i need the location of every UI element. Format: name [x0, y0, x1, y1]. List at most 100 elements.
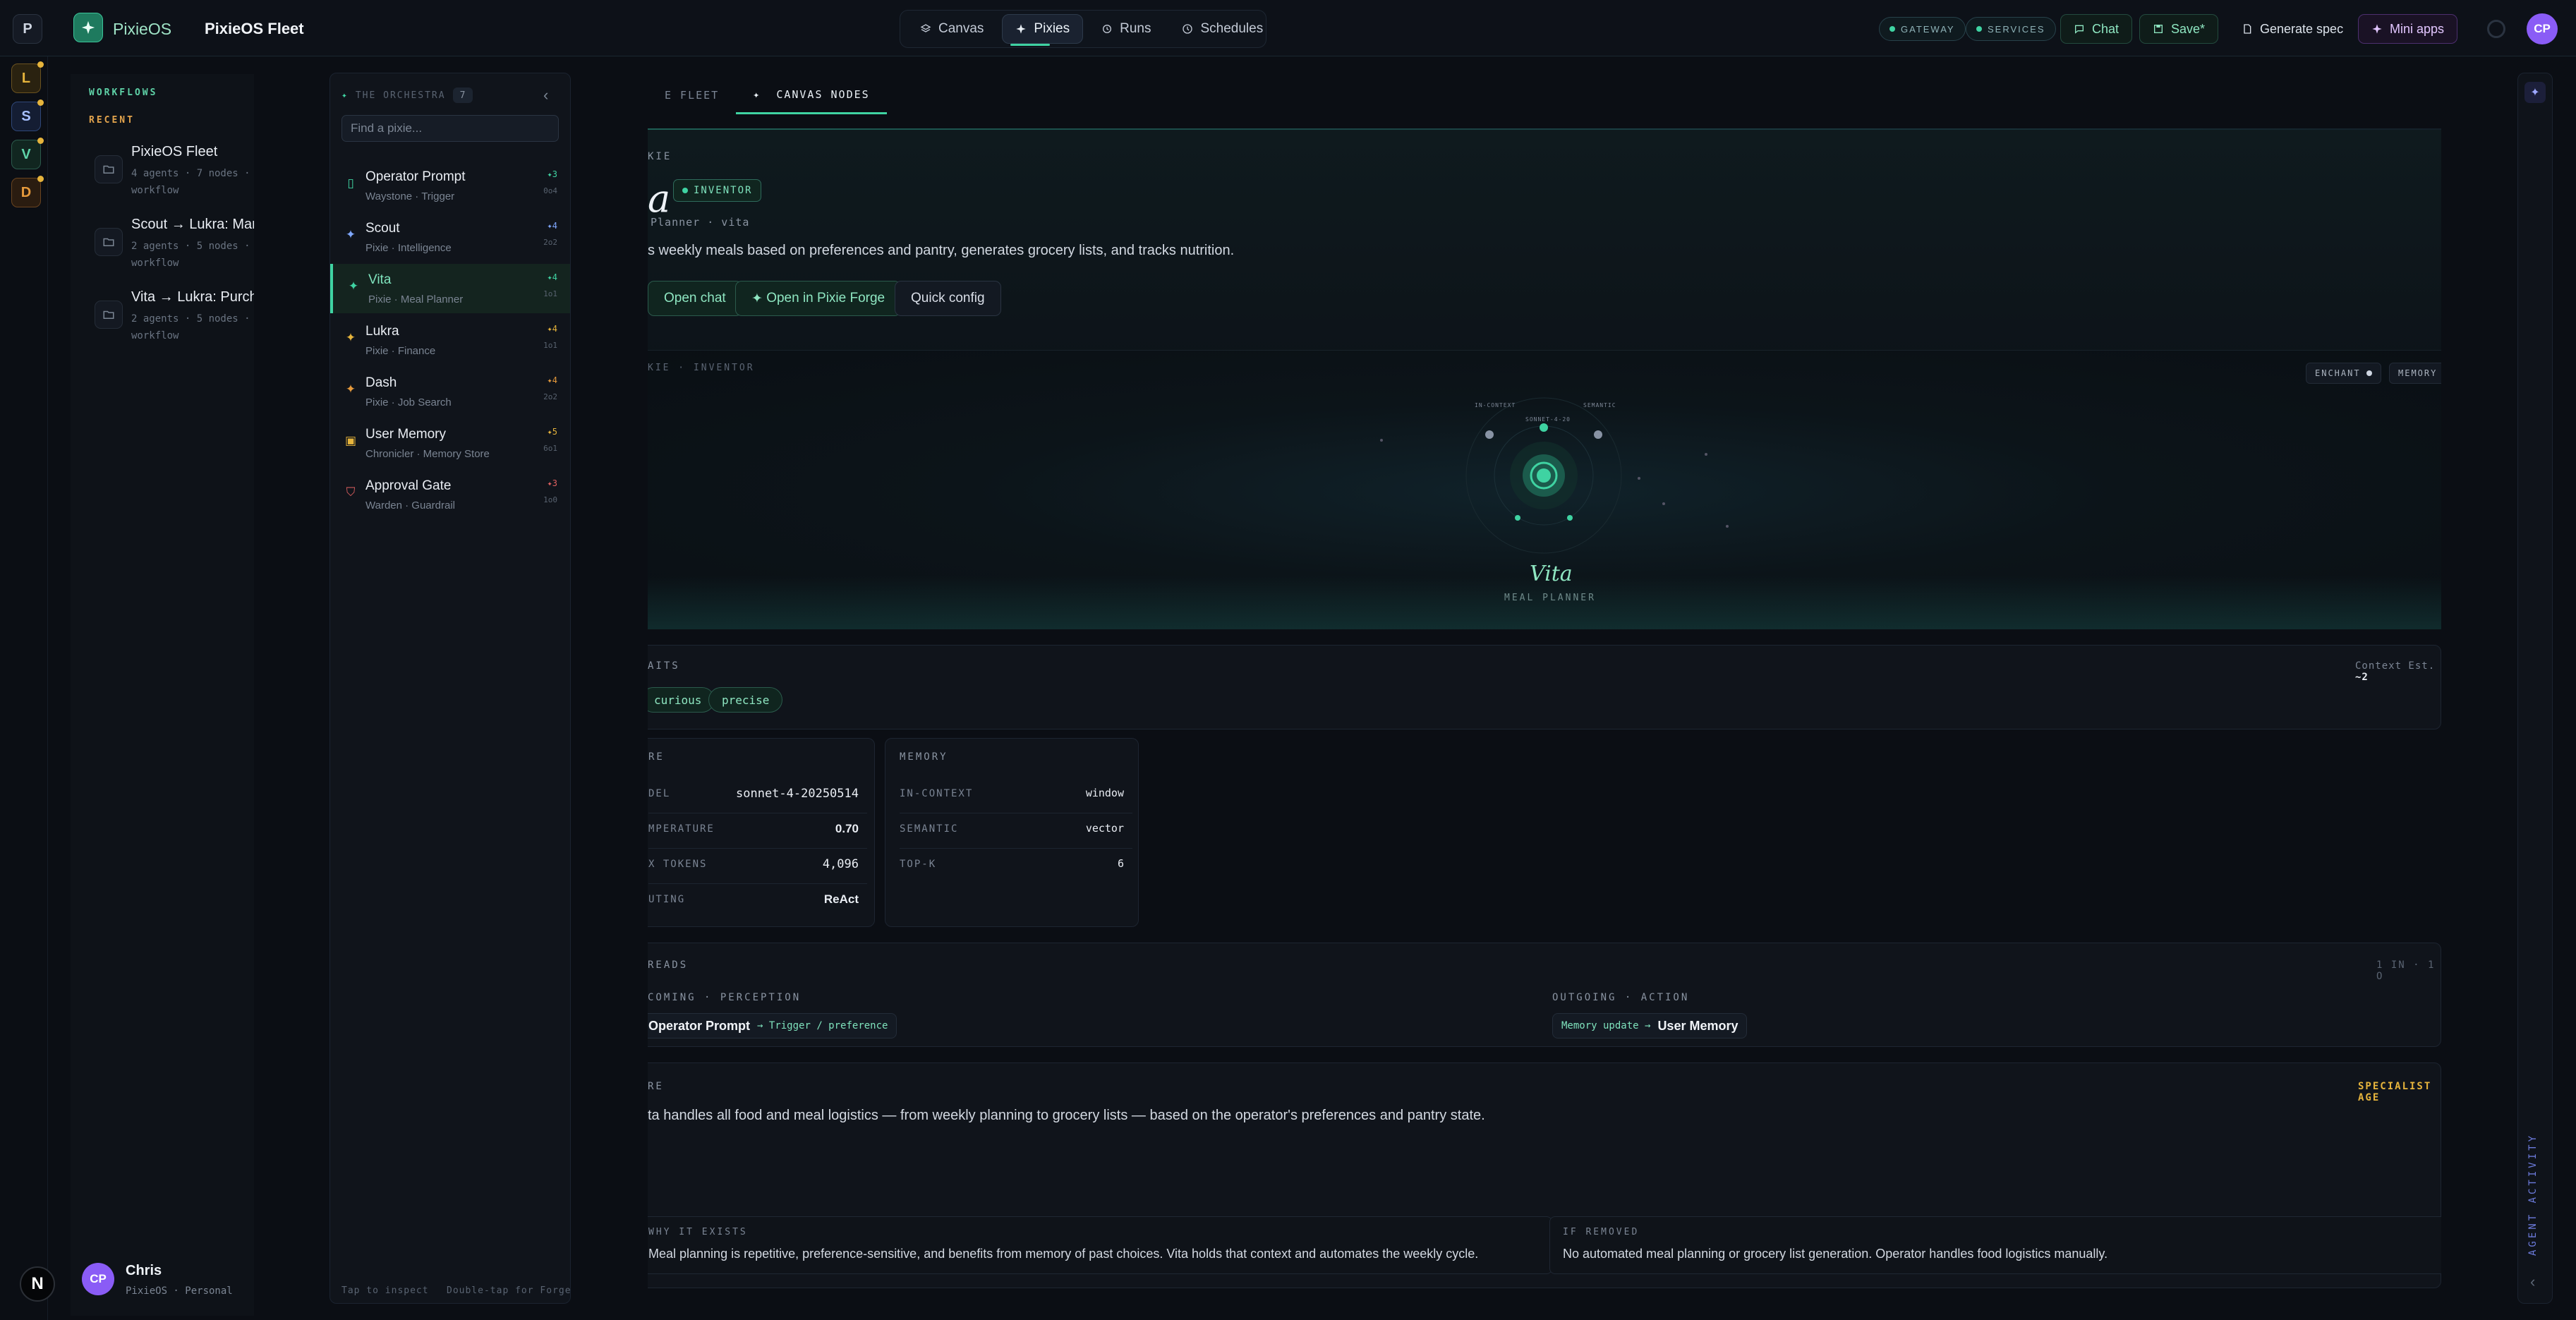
tab-canvas-nodes[interactable]: ✦ CANVAS NODES	[736, 76, 887, 114]
workflow-item[interactable]: PixieOS Fleet 4 agents · 7 nodes · workf…	[89, 141, 254, 205]
workflow-item[interactable]: Scout → Lukra: Mark 2 agents · 5 nodes ·…	[89, 214, 254, 277]
incoming-thread[interactable]: Operator Prompt → Trigger / preference	[648, 1013, 897, 1039]
folder-icon	[95, 155, 123, 183]
open-forge-button[interactable]: ✦ Open in Pixie Forge	[735, 281, 902, 316]
nav-schedules[interactable]: Schedules	[1169, 14, 1276, 44]
pixie-item-lukra[interactable]: ✦ Lukra Pixie · Finance ✦4 1o1	[330, 315, 570, 365]
pixie-sub: Chronicler · Memory Store	[365, 448, 490, 460]
pixie-item-dash[interactable]: ✦ Dash Pixie · Job Search ✦4 2o2	[330, 367, 570, 416]
tab-canvas-nodes-label: CANVAS NODES	[776, 87, 870, 101]
open-chat-button[interactable]: Open chat	[648, 281, 742, 316]
removed-title: IF REMOVED	[1563, 1227, 1640, 1237]
nav-schedules-label: Schedules	[1200, 21, 1264, 36]
notification-dot-icon	[37, 99, 44, 106]
n-logo-icon[interactable]: N	[20, 1266, 55, 1302]
pixie-rank: ✦4	[547, 375, 557, 385]
nav-pixies[interactable]: Pixies	[1002, 14, 1084, 44]
memory-tag[interactable]: MEMORY	[2389, 363, 2441, 384]
outgoing-thread[interactable]: Memory update → User Memory	[1552, 1013, 1748, 1039]
sparkle-icon: ✦	[348, 279, 359, 293]
enchant-tag[interactable]: ENCHANT	[2306, 363, 2381, 384]
sparkle-icon[interactable]: ✦	[2524, 82, 2546, 103]
chevron-left-icon[interactable]: ‹	[2530, 1273, 2535, 1291]
pixie-sub: Warden · Guardrail	[365, 499, 455, 511]
incoming-label: COMING · PERCEPTION	[648, 992, 802, 1003]
pixie-item-scout[interactable]: ✦ Scout Pixie · Intelligence ✦4 2o2	[330, 212, 570, 262]
pixie-item-vita[interactable]: ✦ Vita Pixie · Meal Planner ✦4 1o1	[330, 264, 570, 313]
user-profile[interactable]: CP Chris PixieOS · Personal	[82, 1254, 258, 1304]
traits-title: AITS	[648, 660, 680, 672]
memory-key: TOP-K	[900, 859, 937, 870]
nav-canvas[interactable]: Canvas	[907, 14, 996, 44]
threads-title: READS	[648, 959, 689, 971]
generate-spec-button[interactable]: Generate spec	[2228, 14, 2357, 44]
mini-apps-button[interactable]: Mini apps	[2358, 14, 2458, 44]
why-it-exists-box: WHY IT EXISTS Meal planning is repetitiv…	[648, 1216, 1552, 1274]
context-estimate: Context Est. ~2	[2355, 660, 2441, 683]
collapse-chevron-icon[interactable]: ‹	[543, 86, 548, 104]
rail-item-d[interactable]: D	[11, 176, 44, 207]
quick-config-button[interactable]: Quick config	[895, 281, 1001, 316]
recent-heading: RECENT	[89, 115, 135, 126]
traits-card	[648, 645, 2441, 729]
orchestra-heading: ✦ THE ORCHESTRA 7	[341, 87, 473, 103]
tab-fleet[interactable]: E FLEET	[648, 76, 736, 114]
memory-value: window	[1085, 787, 1124, 799]
pixie-title: a	[648, 176, 671, 221]
why-title: WHY IT EXISTS	[648, 1227, 748, 1237]
user-avatar[interactable]: CP	[2527, 13, 2558, 44]
save-button[interactable]: Save*	[2139, 14, 2219, 44]
pixie-sub: Pixie · Finance	[365, 345, 436, 357]
core-key: DEL	[648, 788, 671, 799]
notification-dot-icon	[37, 61, 44, 68]
pixie-description: s weekly meals based on preferences and …	[648, 243, 1235, 258]
settings-gear-icon[interactable]	[2487, 20, 2505, 38]
inventor-badge: INVENTOR	[673, 179, 762, 202]
enchant-label: ENCHANT	[2315, 368, 2361, 378]
bookmark-icon: ▯	[347, 176, 354, 190]
folder-icon	[95, 301, 123, 329]
workflow-item[interactable]: Vita → Lukra: Purcha 2 agents · 5 nodes …	[89, 286, 254, 350]
history-icon	[1103, 25, 1112, 33]
pixie-item-user-memory[interactable]: ▣ User Memory Chronicler · Memory Store …	[330, 418, 570, 468]
incoming-name: Operator Prompt	[648, 1018, 751, 1033]
core-card: RE DEL sonnet-4-20250514 MPERATURE 0.70 X …	[648, 738, 875, 927]
chat-button[interactable]: Chat	[2060, 14, 2133, 44]
core-value: 0.70	[835, 822, 859, 835]
pixieos-logo[interactable]	[73, 13, 103, 42]
trait-chip[interactable]: curious	[648, 687, 715, 713]
services-status[interactable]: SERVICES	[1966, 17, 2056, 41]
agent-activity-label[interactable]: AGENT ACTIVITY	[2527, 1133, 2539, 1256]
shield-icon: ⛉	[346, 485, 356, 499]
memory-row: SEMANTIC vector	[900, 813, 1132, 849]
status-dot-icon	[1976, 26, 1982, 32]
orbit-diagram	[1380, 397, 1729, 554]
pixie-item-operator-prompt[interactable]: ▯ Operator Prompt Waystone · Trigger ✦3 …	[330, 161, 570, 210]
trait-chip[interactable]: precise	[708, 687, 783, 713]
pixie-name: Operator Prompt	[365, 169, 466, 184]
workflow-meta: 4 agents · 7 nodes · workflow	[131, 168, 250, 196]
threads-count: 1 IN · 1 O	[2376, 959, 2436, 982]
workflows-heading: WORKFLOWS	[89, 87, 158, 98]
user-workspace: PixieOS · Personal	[126, 1285, 233, 1297]
open-forge-label: Open in Pixie Forge	[766, 291, 885, 305]
pixie-item-approval-gate[interactable]: ⛉ Approval Gate Warden · Guardrail ✦3 1o…	[330, 470, 570, 519]
gateway-status[interactable]: GATEWAY	[1879, 17, 1966, 41]
rail-item-s[interactable]: S	[11, 99, 44, 131]
nav-runs[interactable]: Runs	[1089, 14, 1163, 44]
core-value: sonnet-4-20250514	[736, 787, 859, 801]
folder-icon	[95, 228, 123, 256]
rail-item-v[interactable]: V	[11, 138, 44, 169]
viz-pixie-role: MEAL PLANNER	[1504, 593, 1596, 603]
avatar: CP	[82, 1263, 114, 1295]
rail-item-l[interactable]: L	[11, 61, 44, 93]
pixie-meta: 2o2	[543, 392, 557, 401]
workspace-switcher[interactable]: P	[13, 14, 42, 44]
outgoing-label: OUTGOING · ACTION	[1552, 992, 1690, 1003]
pixie-search-input[interactable]	[341, 115, 559, 142]
sparkle-icon: ✦	[345, 382, 356, 396]
memory-key: IN-CONTEXT	[900, 788, 974, 799]
pixie-name: Lukra	[365, 324, 399, 339]
orchestra-title: THE ORCHESTRA	[355, 90, 446, 101]
threads-card	[648, 943, 2441, 1047]
